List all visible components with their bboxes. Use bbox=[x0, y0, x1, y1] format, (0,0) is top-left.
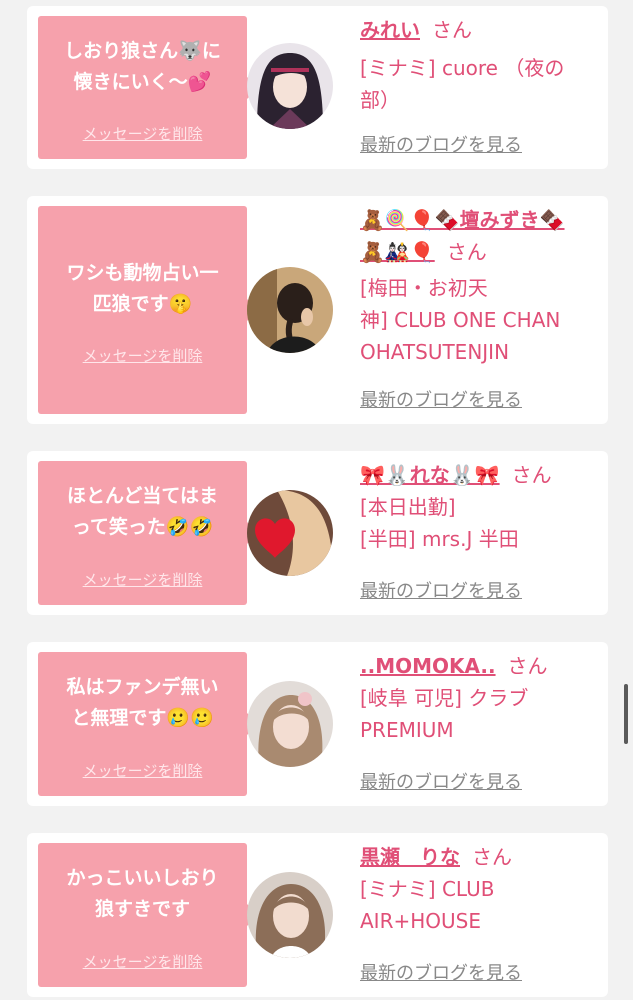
shop-line: [本日出勤] bbox=[360, 495, 456, 519]
user-name-line: 🧸🍭🎈🍫壇みずき🍫 bbox=[360, 208, 565, 232]
shop-line: [ミナミ] cuore （夜の bbox=[360, 56, 565, 80]
message-card: ほとんど当てはま って笑った🤣🤣 メッセージを削除 🎀🐰れな🐰🎀 さん [本日出勤… bbox=[27, 451, 608, 615]
delete-message-link[interactable]: メッセージを削除 bbox=[38, 760, 247, 781]
message-text: ほとんど当てはま って笑った🤣🤣 bbox=[44, 481, 241, 543]
latest-blog-link[interactable]: 最新のブログを見る bbox=[360, 131, 522, 157]
user-name-link[interactable]: 🧸🍭🎈🍫壇みずき🍫 🧸🎎🎈 さん bbox=[360, 204, 605, 268]
message-line: かっこいいしおり bbox=[66, 867, 219, 889]
message-line: と無理です🥲🥲 bbox=[71, 707, 214, 729]
message-line: ほとんど当てはま bbox=[66, 485, 219, 507]
avatar[interactable] bbox=[247, 681, 333, 767]
user-name-link[interactable]: 黒瀬 りな bbox=[360, 845, 460, 869]
message-line: 私はファンデ無い bbox=[66, 676, 219, 698]
latest-blog-link[interactable]: 最新のブログを見る bbox=[360, 386, 522, 412]
shop-line: 神] CLUB ONE CHAN bbox=[360, 308, 561, 332]
profile-info: ..MOMOKA.. さん [岐阜 可児] クラブ PREMIUM bbox=[360, 650, 605, 746]
message-bubble: ほとんど当てはま って笑った🤣🤣 メッセージを削除 bbox=[38, 461, 258, 605]
profile-info: 黒瀬 りな さん [ミナミ] CLUB AIR+HOUSE bbox=[360, 841, 605, 937]
message-line: 匹狼です🤫 bbox=[92, 293, 193, 315]
user-name-link[interactable]: 🎀🐰れな🐰🎀 bbox=[360, 463, 500, 487]
shop-info: [ミナミ] cuore （夜の 部） bbox=[360, 52, 605, 116]
user-name-link[interactable]: ..MOMOKA.. bbox=[360, 654, 496, 678]
shop-line: PREMIUM bbox=[360, 718, 454, 742]
delete-message-link[interactable]: メッセージを削除 bbox=[38, 569, 247, 590]
shop-line: [ミナミ] CLUB bbox=[360, 877, 495, 901]
shop-info: [本日出勤] [半田] mrs.J 半田 bbox=[360, 491, 605, 555]
message-line: しおり狼さん🐺に bbox=[64, 40, 221, 62]
message-card: 私はファンデ無い と無理です🥲🥲 メッセージを削除 ..MOMOKA.. さん [… bbox=[27, 642, 608, 806]
profile-info: 🧸🍭🎈🍫壇みずき🍫 🧸🎎🎈 さん [梅田・お初天 神] CLUB ONE CHAN… bbox=[360, 204, 605, 368]
message-card: しおり狼さん🐺に 懐きにいく〜💕 メッセージを削除 みれい さん [ミナミ] cu… bbox=[27, 6, 608, 169]
latest-blog-link[interactable]: 最新のブログを見る bbox=[360, 577, 522, 603]
delete-message-link[interactable]: メッセージを削除 bbox=[38, 345, 247, 366]
profile-info: みれい さん [ミナミ] cuore （夜の 部） bbox=[360, 14, 605, 116]
user-name-line: 🧸🎎🎈 bbox=[360, 240, 435, 264]
message-line: 狼すきです bbox=[94, 898, 190, 920]
shop-info: [梅田・お初天 神] CLUB ONE CHAN OHATSUTENJIN bbox=[360, 272, 605, 368]
name-suffix: さん bbox=[446, 240, 487, 264]
profile-info: 🎀🐰れな🐰🎀 さん [本日出勤] [半田] mrs.J 半田 bbox=[360, 459, 605, 555]
avatar[interactable] bbox=[247, 490, 333, 576]
message-bubble: ワシも動物占い一 匹狼です🤫 メッセージを削除 bbox=[38, 206, 258, 414]
shop-info: [岐阜 可児] クラブ PREMIUM bbox=[360, 682, 605, 746]
message-text: しおり狼さん🐺に 懐きにいく〜💕 bbox=[44, 36, 241, 98]
delete-message-link[interactable]: メッセージを削除 bbox=[38, 123, 247, 144]
name-suffix: さん bbox=[472, 845, 512, 869]
message-text: かっこいいしおり 狼すきです bbox=[44, 863, 241, 925]
latest-blog-link[interactable]: 最新のブログを見る bbox=[360, 768, 522, 794]
scrollbar[interactable] bbox=[624, 684, 628, 744]
shop-line: AIR+HOUSE bbox=[360, 909, 481, 933]
message-bubble: 私はファンデ無い と無理です🥲🥲 メッセージを削除 bbox=[38, 652, 258, 796]
name-suffix: さん bbox=[511, 463, 552, 487]
message-line: って笑った🤣🤣 bbox=[71, 516, 214, 538]
shop-line: [梅田・お初天 bbox=[360, 276, 488, 300]
shop-line: OHATSUTENJIN bbox=[360, 340, 510, 364]
message-card: ワシも動物占い一 匹狼です🤫 メッセージを削除 🧸🍭🎈🍫壇みずき🍫 🧸🎎🎈 さん … bbox=[27, 196, 608, 424]
shop-info: [ミナミ] CLUB AIR+HOUSE bbox=[360, 873, 605, 937]
message-text: 私はファンデ無い と無理です🥲🥲 bbox=[44, 672, 241, 734]
message-bubble: かっこいいしおり 狼すきです メッセージを削除 bbox=[38, 843, 258, 987]
latest-blog-link[interactable]: 最新のブログを見る bbox=[360, 959, 522, 985]
delete-message-link[interactable]: メッセージを削除 bbox=[38, 951, 247, 972]
message-bubble: しおり狼さん🐺に 懐きにいく〜💕 メッセージを削除 bbox=[38, 16, 258, 159]
message-line: ワシも動物占い一 bbox=[66, 262, 219, 284]
name-suffix: さん bbox=[432, 18, 472, 42]
user-name-link[interactable]: みれい bbox=[360, 18, 420, 42]
message-line: 懐きにいく〜💕 bbox=[73, 71, 212, 93]
avatar[interactable] bbox=[247, 267, 333, 353]
shop-line: [岐阜 可児] クラブ bbox=[360, 686, 529, 710]
shop-line: 部） bbox=[360, 88, 400, 112]
name-suffix: さん bbox=[507, 654, 548, 678]
message-text: ワシも動物占い一 匹狼です🤫 bbox=[44, 258, 241, 320]
avatar[interactable] bbox=[247, 43, 333, 129]
shop-line: [半田] mrs.J 半田 bbox=[360, 527, 519, 551]
avatar[interactable] bbox=[247, 872, 333, 958]
message-card: かっこいいしおり 狼すきです メッセージを削除 黒瀬 りな さん [ミナミ] CL… bbox=[27, 833, 608, 997]
